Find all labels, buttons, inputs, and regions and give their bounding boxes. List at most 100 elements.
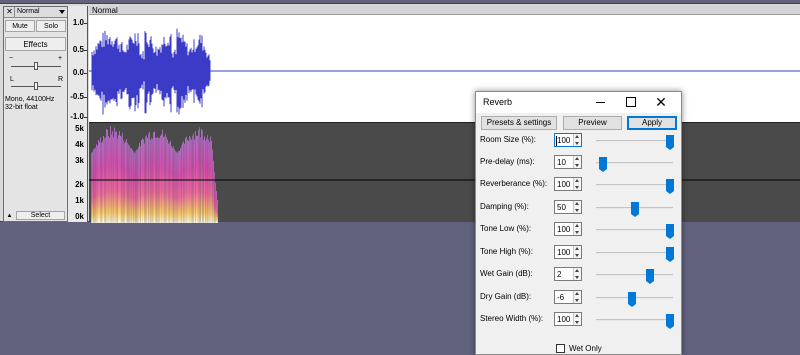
spin-arrows-icon[interactable] [573,178,581,190]
param-slider[interactable] [596,314,674,329]
spectrogram-column [146,135,147,223]
waveform-view[interactable]: Normal [89,6,800,122]
param-slider-thumb[interactable] [666,135,674,150]
spectrogram-column [214,171,215,223]
param-slider-thumb[interactable] [646,269,654,284]
spectrogram-column [198,130,199,223]
close-track-icon[interactable]: ✕ [5,7,15,17]
spectrogram-column [162,129,163,223]
preview-button[interactable]: Preview [563,116,622,130]
reverb-param-row: Tone High (%): 100 [476,244,683,262]
spectrogram-column [197,135,198,223]
spectrogram-column [131,148,132,223]
param-value-input[interactable]: 100 [554,222,582,236]
param-value-input[interactable]: 2 [554,267,582,281]
spectrogram-column [176,151,177,223]
spectrogram-column [175,151,176,223]
param-slider[interactable] [596,292,673,307]
collapse-track-icon[interactable]: ▲ [5,212,14,220]
param-value-input[interactable]: 100 [554,312,582,326]
param-label: Pre-delay (ms): [480,157,535,166]
spin-arrows-icon[interactable] [573,268,581,280]
presets-settings-button[interactable]: Presets & settings [481,116,557,130]
dialog-title-bar[interactable]: Reverb ✕ [476,92,681,113]
param-value-input[interactable]: 50 [554,200,582,214]
spectrogram-column [112,131,113,223]
wet-only-checkbox-box[interactable] [556,344,565,353]
param-slider-thumb[interactable] [628,292,636,307]
param-slider-thumb[interactable] [599,157,607,172]
ruler-tick-label: 1.0 [72,18,84,27]
param-slider[interactable] [596,224,674,239]
close-icon[interactable]: ✕ [646,92,676,113]
spectrogram-column [153,132,154,223]
reverb-param-row: Reverberance (%): 100 [476,176,683,194]
reverb-param-row: Pre-delay (ms): 10 [476,154,683,172]
spin-arrows-icon[interactable] [573,246,581,258]
track-format-bits: 32-bit float [5,104,38,111]
ruler-tick-label: 1k [75,196,84,205]
param-slider-thumb[interactable] [666,314,674,329]
spectrogram-column [139,143,140,223]
spectrogram-column [125,141,126,223]
param-value-input[interactable]: 100 [554,245,582,259]
spectrogram-column [91,153,92,223]
spectrogram-column [103,135,104,223]
param-label: Room Size (%): [480,135,537,144]
param-value-input[interactable]: -6 [554,290,582,304]
solo-button[interactable]: Solo [36,20,66,32]
spectrogram-column [208,139,209,223]
ruler-tick-label: -1.0 [70,112,84,121]
param-slider[interactable] [596,202,673,217]
track-menu-dropdown-icon[interactable] [59,10,65,14]
param-slider[interactable] [596,157,673,172]
param-slider[interactable] [596,179,674,194]
spectrogram-column [179,150,180,223]
spin-arrows-icon[interactable] [573,313,581,325]
apply-button[interactable]: Apply [627,116,677,130]
param-value-input[interactable]: 100 [554,177,582,191]
spin-arrows-icon[interactable] [573,134,581,146]
spectrogram-column [173,146,174,223]
spectrogram-column [118,135,119,223]
reverb-dialog: Reverb ✕ Presets & settings Preview Appl… [475,91,682,355]
param-slider-thumb[interactable] [666,179,674,194]
param-slider-thumb[interactable] [631,202,639,217]
effects-button[interactable]: Effects [5,37,66,51]
param-slider[interactable] [596,247,674,262]
wet-only-checkbox[interactable]: Wet Only [556,343,646,355]
spectrogram-column [97,145,98,223]
spin-arrows-icon[interactable] [573,223,581,235]
reverb-param-row: Wet Gain (dB): 2 [476,266,683,284]
track-title-bar[interactable]: ✕ Normal [4,7,67,18]
param-slider[interactable] [596,135,674,150]
gain-slider-thumb[interactable] [34,62,38,70]
param-slider-thumb[interactable] [666,247,674,262]
spectrogram-column [142,138,143,223]
param-label: Stereo Width (%): [480,314,544,323]
pan-slider-thumb[interactable] [34,82,38,90]
spectrogram-column [102,141,103,223]
spectrogram-column [170,141,171,223]
clip-header[interactable]: Normal [89,6,800,15]
spin-arrows-icon[interactable] [573,201,581,213]
maximize-icon[interactable] [616,92,646,113]
spectrogram-column [96,144,97,223]
mute-button[interactable]: Mute [5,20,35,32]
param-value-input[interactable]: 10 [554,155,582,169]
spectrogram-column [116,131,117,223]
spectrogram-view[interactable] [89,122,800,223]
select-button[interactable]: Select [16,211,65,220]
track-name[interactable]: Normal [17,7,40,17]
param-value-input[interactable]: 100 [554,133,582,147]
minimize-icon[interactable] [586,92,616,113]
reverb-param-row: Dry Gain (dB): -6 [476,289,683,307]
clip-name: Normal [92,6,118,15]
spin-arrows-icon[interactable] [573,156,581,168]
param-slider-thumb[interactable] [666,224,674,239]
ruler-tick-mark [84,23,87,24]
param-slider[interactable] [596,269,673,284]
spectrogram-column [154,131,155,223]
param-label: Reverberance (%): [480,179,548,188]
spin-arrows-icon[interactable] [573,291,581,303]
